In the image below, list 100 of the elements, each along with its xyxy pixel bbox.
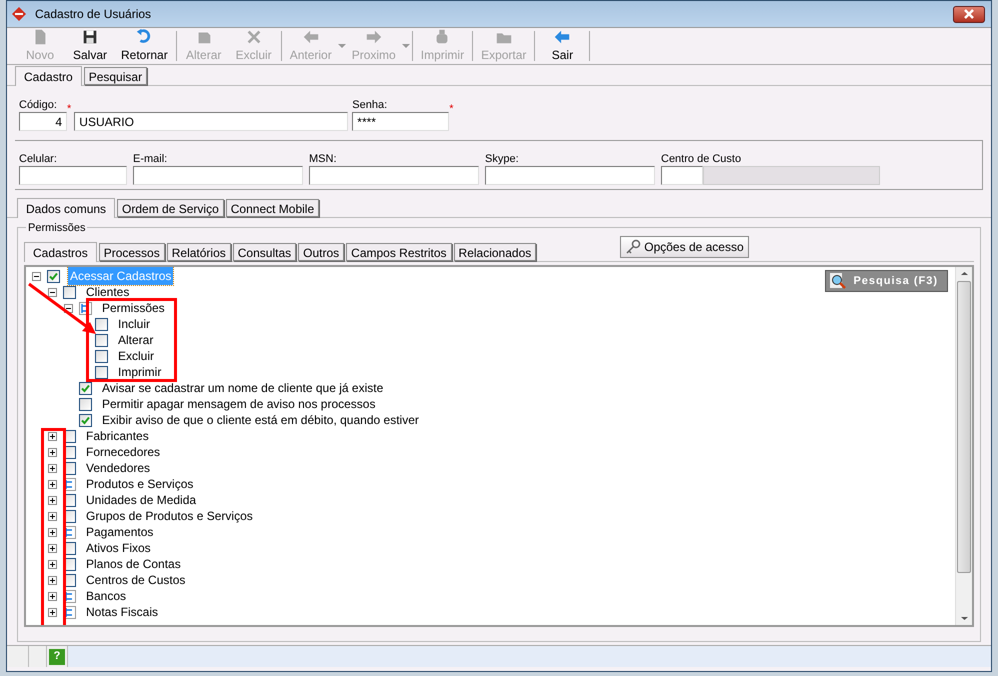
expand-toggle[interactable] <box>48 432 57 440</box>
tab[interactable]: Ordem de Serviço <box>117 199 224 217</box>
checkbox[interactable] <box>95 350 108 362</box>
field-label: Skype: <box>485 152 519 166</box>
check-icon <box>81 384 90 392</box>
tab[interactable]: Cadastro <box>15 66 82 86</box>
tree-item-label[interactable]: Fornecedores <box>84 443 162 461</box>
plus-icon <box>49 448 56 456</box>
input-field[interactable] <box>133 166 303 185</box>
checkbox[interactable] <box>95 318 108 330</box>
plus-icon <box>49 496 56 504</box>
search-icon <box>829 272 848 290</box>
input-field[interactable] <box>309 166 479 185</box>
tree-item-label[interactable]: Pagamentos <box>84 523 156 541</box>
checkbox[interactable] <box>79 398 92 410</box>
expand-toggle[interactable] <box>48 464 57 472</box>
expand-toggle[interactable] <box>48 528 57 536</box>
checkbox[interactable] <box>63 286 76 298</box>
close-button[interactable] <box>953 6 985 22</box>
tab[interactable]: Outros <box>298 243 344 261</box>
tree-item-label[interactable]: Permitir apagar mensagem de aviso nos processos <box>100 395 378 413</box>
tree-item-label[interactable]: Incluir <box>116 315 152 333</box>
expand-toggle[interactable] <box>48 576 57 584</box>
tab[interactable]: Cadastros <box>24 242 97 262</box>
expand-toggle[interactable] <box>48 608 57 616</box>
key-icon <box>625 239 642 255</box>
field-label: Código: <box>19 98 57 112</box>
toolbar-button[interactable]: Sair <box>537 28 588 64</box>
tree-item-label[interactable]: Fabricantes <box>84 427 151 445</box>
checkbox[interactable] <box>47 270 60 282</box>
tab[interactable]: Processos <box>98 243 165 261</box>
plus-icon <box>49 544 56 552</box>
window-title: Cadastro de Usuários <box>35 6 152 23</box>
required-mark: * <box>67 104 72 114</box>
expand-toggle[interactable] <box>48 592 57 600</box>
expand-toggle[interactable] <box>48 448 57 456</box>
plus-icon <box>49 592 56 600</box>
field-label: MSN: <box>309 152 336 166</box>
tab[interactable]: Relacionados <box>454 243 536 261</box>
tree-item-label[interactable]: Centros de Custos <box>84 571 188 589</box>
checkbox[interactable] <box>95 334 108 346</box>
tree-item-label[interactable]: Ativos Fixos <box>84 539 153 557</box>
tree-item-label[interactable]: Avisar se cadastrar um nome de cliente que já existe <box>100 379 386 397</box>
tree-item-label[interactable]: Notas Fiscais <box>84 603 160 621</box>
field-label: Senha: <box>352 98 388 112</box>
tree-item-label[interactable]: Produtos e Serviços <box>84 475 196 493</box>
toolbar-button[interactable]: Retornar <box>115 28 174 64</box>
field-label: Centro de Custo <box>661 152 742 166</box>
plus-icon <box>49 432 56 440</box>
close-icon <box>963 9 975 19</box>
tree-item-label[interactable]: Unidades de Medida <box>84 491 198 509</box>
plus-icon <box>49 560 56 568</box>
input-field[interactable] <box>19 166 127 185</box>
checkbox[interactable] <box>95 366 108 378</box>
access-options-button[interactable]: Opções de acesso <box>620 236 749 258</box>
scrollbar[interactable] <box>955 267 972 625</box>
app-logo-icon <box>11 6 27 22</box>
expand-toggle[interactable] <box>48 512 57 520</box>
tree-item-label[interactable]: Planos de Contas <box>84 555 183 573</box>
tree-item-label[interactable]: Clientes <box>84 283 132 301</box>
required-mark: * <box>449 104 454 114</box>
help-icon[interactable]: ? <box>49 648 65 664</box>
tab[interactable]: Campos Restritos <box>346 243 452 261</box>
tree-item-label[interactable]: Imprimir <box>116 363 164 381</box>
expand-toggle[interactable] <box>48 480 57 488</box>
field-label: Celular: <box>19 152 57 166</box>
tab[interactable]: Relatórios <box>166 243 231 261</box>
tab[interactable]: Pesquisar <box>84 67 148 85</box>
field-label: E-mail: <box>133 152 168 166</box>
tree-item-label[interactable]: Alterar <box>116 331 156 349</box>
check-icon <box>81 416 90 424</box>
plus-icon <box>49 480 56 488</box>
plus-icon <box>49 464 56 472</box>
tree-item-label[interactable]: Grupos de Produtos e Serviços <box>84 507 255 525</box>
toolbar-button[interactable]: Salvar <box>65 28 115 64</box>
collapse-toggle[interactable] <box>48 288 57 296</box>
tree-item-label[interactable]: Exibir aviso de que o cliente está em débito, quando estiver <box>100 411 421 429</box>
plus-icon <box>49 512 56 520</box>
tab[interactable]: Connect Mobile <box>226 199 320 217</box>
scroll-thumb[interactable] <box>957 281 971 573</box>
checkbox[interactable] <box>79 382 92 394</box>
tree-item-label[interactable]: Excluir <box>116 347 156 365</box>
collapse-toggle[interactable] <box>32 272 41 280</box>
checkbox[interactable] <box>79 414 92 426</box>
tree-item-label[interactable]: Permissões <box>100 299 167 317</box>
expand-toggle[interactable] <box>48 560 57 568</box>
plus-icon <box>49 576 56 584</box>
expand-toggle[interactable] <box>48 496 57 504</box>
check-icon <box>49 272 58 280</box>
tab[interactable]: Dados comuns <box>17 198 116 218</box>
input-field[interactable]: **** <box>352 112 450 131</box>
input-field[interactable] <box>661 166 703 185</box>
tab[interactable]: Consultas <box>232 243 296 261</box>
input-field[interactable]: USUARIO <box>74 112 348 131</box>
expand-toggle[interactable] <box>48 544 57 552</box>
input-field[interactable]: 4 <box>19 112 67 131</box>
tree-item-label[interactable]: Vendedores <box>84 459 152 477</box>
input-field[interactable] <box>485 166 655 185</box>
tree-item-label[interactable]: Bancos <box>84 587 128 605</box>
plus-icon <box>49 528 56 536</box>
